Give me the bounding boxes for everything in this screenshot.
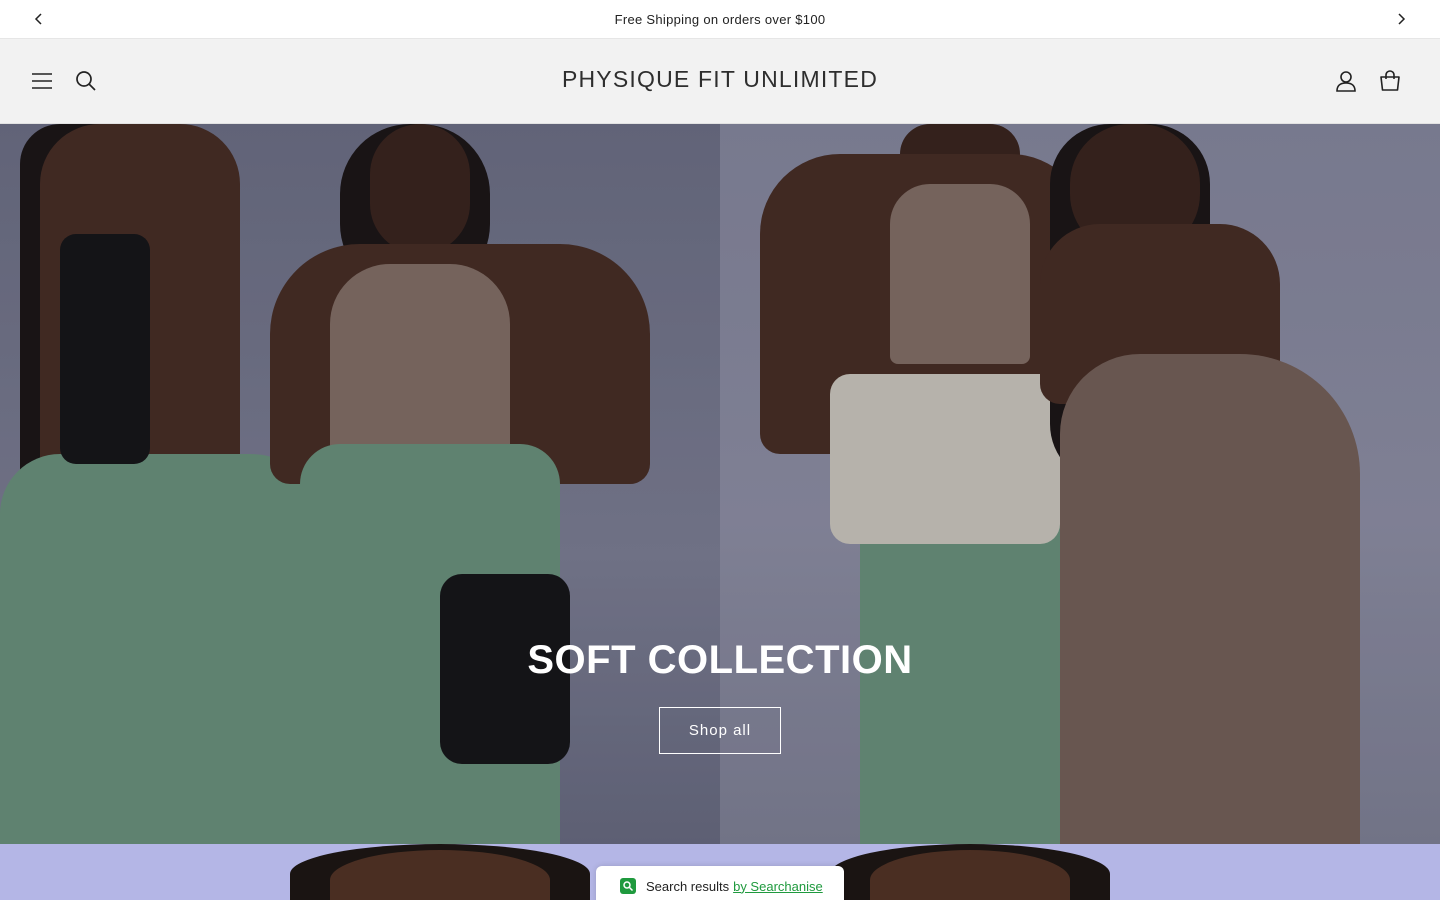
announcement-prev-button[interactable] [28,8,50,30]
announcement-bar: Free Shipping on orders over $100 [0,0,1440,39]
searchanise-badge: Search results by Searchanise [596,866,844,900]
account-button[interactable] [1332,67,1360,95]
chevron-left-icon [34,13,42,25]
account-icon [1336,71,1356,92]
announcement-next-button[interactable] [1390,8,1412,30]
hero-banner: SOFT COLLECTION Shop all [0,124,1440,844]
searchanise-link[interactable]: by Searchanise [733,879,823,894]
menu-icon [32,73,52,89]
shop-all-button[interactable]: Shop all [659,707,781,754]
search-button[interactable] [72,67,100,95]
hero-title: SOFT COLLECTION [527,638,913,682]
brand-logo[interactable]: PHYSIQUE FIT UNLIMITED [470,66,970,93]
searchanise-logo-icon [620,878,636,894]
menu-button[interactable] [28,67,56,95]
cart-icon [1380,70,1400,91]
search-icon [76,71,96,91]
cart-button[interactable] [1376,67,1404,95]
searchanise-text: Search results [646,878,730,894]
announcement-text: Free Shipping on orders over $100 [614,11,826,27]
site-header: PHYSIQUE FIT UNLIMITED [0,39,1440,124]
chevron-right-icon [1398,13,1406,25]
